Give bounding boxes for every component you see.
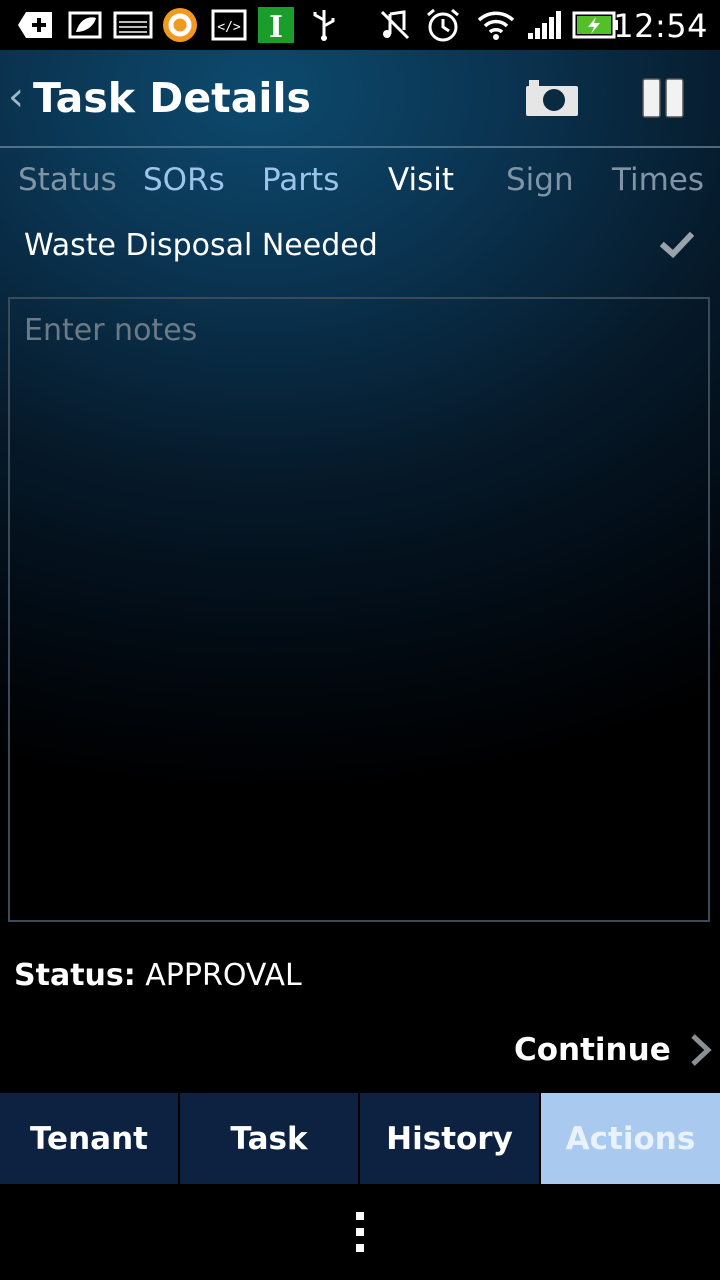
continue-label: Continue xyxy=(514,1032,671,1068)
notes-input[interactable] xyxy=(10,299,708,920)
waste-disposal-label: Waste Disposal Needed xyxy=(24,228,378,263)
status-line: Status: APPROVAL xyxy=(14,958,302,993)
tab-sors[interactable]: SORs xyxy=(143,162,225,198)
i-app-icon: I xyxy=(258,7,294,43)
alarm-icon xyxy=(424,8,462,42)
tab-parts[interactable]: Parts xyxy=(262,162,339,198)
status-bar: </> I 12:54 xyxy=(0,0,720,50)
chevron-right-icon xyxy=(689,1033,713,1067)
header-divider xyxy=(0,146,720,148)
usb-icon xyxy=(308,8,340,42)
svg-text:</>: </> xyxy=(217,20,241,35)
tab-times[interactable]: Times xyxy=(612,162,704,198)
bottom-tab-bar: Tenant Task History Actions xyxy=(0,1093,720,1184)
tab-status[interactable]: Status xyxy=(18,162,117,198)
checkmark-icon[interactable] xyxy=(659,228,695,262)
notes-area xyxy=(8,297,710,922)
tab-visit[interactable]: Visit xyxy=(388,162,454,198)
camera-icon[interactable] xyxy=(526,80,578,116)
action-bar: ‹ Task Details xyxy=(0,50,720,146)
status-value: APPROVAL xyxy=(135,958,302,993)
signal-icon xyxy=(526,8,564,42)
app-orange-icon xyxy=(161,8,199,42)
svg-text:I: I xyxy=(269,10,283,43)
mute-icon xyxy=(378,8,412,42)
tab-tenant[interactable]: Tenant xyxy=(0,1093,180,1184)
add-icon xyxy=(18,8,56,42)
pause-icon[interactable] xyxy=(641,77,685,119)
navigation-bar xyxy=(0,1184,720,1280)
image-icon xyxy=(113,8,153,42)
continue-button[interactable]: Continue xyxy=(514,1028,713,1072)
tab-actions[interactable]: Actions xyxy=(541,1093,720,1184)
page-title[interactable]: Task Details xyxy=(33,74,311,122)
code-icon: </> xyxy=(211,8,247,42)
clock-time: 12:54 xyxy=(613,7,708,45)
wifi-icon xyxy=(476,8,516,42)
back-chevron-icon[interactable]: ‹ xyxy=(8,74,24,120)
status-key: Status: xyxy=(14,958,136,993)
tab-sign[interactable]: Sign xyxy=(506,162,574,198)
tab-task[interactable]: Task xyxy=(180,1093,360,1184)
tab-history[interactable]: History xyxy=(360,1093,541,1184)
section-tabs: Status SORs Parts Visit Sign Times xyxy=(0,150,720,212)
leaf-icon xyxy=(66,8,104,42)
overflow-menu-icon[interactable] xyxy=(355,1212,365,1252)
